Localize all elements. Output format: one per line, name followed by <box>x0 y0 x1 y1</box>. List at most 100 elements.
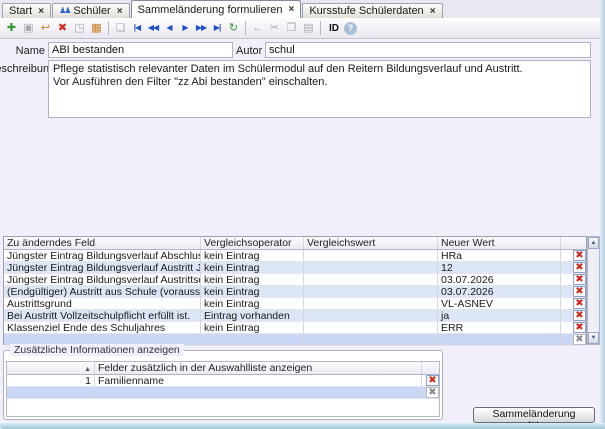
close-icon[interactable]: × <box>430 6 436 17</box>
table-row[interactable]: (Endgültiger) Austritt aus Schule (vorau… <box>4 286 586 298</box>
cell-neu[interactable]: 03.07.2026 <box>438 286 561 297</box>
tab-schueler[interactable]: ♟♟ Schüler × <box>52 3 129 18</box>
delete-row-button[interactable]: ✖ <box>573 298 586 309</box>
copy-icon[interactable]: ❐ <box>283 20 300 36</box>
cell-operator[interactable]: kein Eintrag <box>201 274 304 285</box>
cell-feld[interactable]: (Endgültiger) Austritt aus Schule (vorau… <box>4 286 201 297</box>
cell-feld-name[interactable]: Familienname <box>95 375 422 386</box>
beschreibung-textarea[interactable]: Pflege statistisch relevanter Daten im S… <box>48 60 591 118</box>
nav-next-icon[interactable]: ▶ <box>177 20 193 36</box>
id-button[interactable]: ID <box>324 23 344 34</box>
cell-neu[interactable]: ERR <box>438 322 561 333</box>
cell-neu[interactable]: VL-ASNEV <box>438 298 561 309</box>
cell-neu[interactable]: 12 <box>438 262 561 273</box>
sammelaenderung-ausfuehren-button[interactable]: Sammeländerung ausführen <box>473 407 595 423</box>
column-header-actions <box>561 237 586 249</box>
tab-label: Kursstufe Schülerdaten <box>309 5 423 17</box>
cell-operator[interactable]: kein Eintrag <box>201 322 304 333</box>
window-bottom-border <box>0 423 605 429</box>
table-row[interactable]: Jüngster Eintrag Bildungsverlauf Austrit… <box>4 274 586 286</box>
cell-neu[interactable]: 03.07.2026 <box>438 274 561 285</box>
delete-row-button[interactable]: ✖ <box>573 322 586 333</box>
cell-index[interactable] <box>7 387 95 398</box>
cut-icon[interactable]: ✂ <box>266 20 283 36</box>
undo-icon[interactable]: ↩ <box>37 20 54 36</box>
delete-row-button[interactable]: ✖ <box>573 262 586 273</box>
cell-operator[interactable] <box>201 334 304 345</box>
nav-prev-fast-icon[interactable]: ◀◀ <box>145 20 161 36</box>
autor-input[interactable] <box>265 42 591 58</box>
column-header-neu[interactable]: Neuer Wert <box>438 237 561 249</box>
tab-start[interactable]: Start × <box>2 3 51 18</box>
cell-operator[interactable]: kein Eintrag <box>201 286 304 297</box>
scroll-up-icon[interactable]: ▲ <box>588 237 599 249</box>
cell-feld[interactable]: Jüngster Eintrag Bildungsverlauf Austrit… <box>4 274 201 285</box>
folder-icon[interactable]: ❏ <box>112 20 129 36</box>
cell-wert[interactable] <box>304 274 438 285</box>
table-row[interactable]: Bei Austritt Vollzeitschulpflicht erfüll… <box>4 310 586 322</box>
delete-row-button[interactable]: ✖ <box>573 274 586 285</box>
cell-wert[interactable] <box>304 286 438 297</box>
close-icon[interactable]: × <box>38 6 44 17</box>
cell-wert[interactable] <box>304 262 438 273</box>
delete-row-button[interactable]: ✖ <box>573 286 586 297</box>
cell-wert[interactable] <box>304 298 438 309</box>
column-header-operator[interactable]: Vergleichsoperator <box>201 237 304 249</box>
tab-kursstufe-schuelerdaten[interactable]: Kursstufe Schülerdaten × <box>302 3 442 18</box>
table-scrollbar[interactable]: ▲ ▼ <box>587 236 600 345</box>
column-header-feld[interactable]: Zu änderndes Feld <box>4 237 201 249</box>
cell-index[interactable]: 1 <box>7 375 95 386</box>
cell-operator[interactable]: kein Eintrag <box>201 262 304 273</box>
zusatzinfo-row[interactable]: 1 Familienname ✖ <box>7 375 439 387</box>
cell-operator[interactable]: kein Eintrag <box>201 298 304 309</box>
close-icon[interactable]: × <box>117 6 123 17</box>
cell-operator[interactable]: kein Eintrag <box>201 250 304 261</box>
delete-row-button[interactable]: ✖ <box>573 310 586 321</box>
add-record-icon[interactable]: ✚ <box>3 20 20 36</box>
column-header-felder[interactable]: Felder zusätzlich in der Auswahlliste an… <box>95 362 422 374</box>
table-row[interactable]: Austrittsgrund kein Eintrag VL-ASNEV ✖ <box>4 298 586 310</box>
cell-wert[interactable] <box>304 310 438 321</box>
table-row[interactable]: Jüngster Eintrag Bildungsverlauf Abschlu… <box>4 250 586 262</box>
column-header-index[interactable]: ▲ <box>7 362 95 374</box>
name-label: Name <box>0 45 45 57</box>
cell-feld[interactable]: Bei Austritt Vollzeitschulpflicht erfüll… <box>4 310 201 321</box>
cell-neu[interactable]: ja <box>438 310 561 321</box>
nav-prev-icon[interactable]: ◀ <box>161 20 177 36</box>
nav-next-fast-icon[interactable]: ▶▶ <box>193 20 209 36</box>
toolbar: ✚ ▣ ↩ ✖ ◳ ▦ ❏ |◀ ◀◀ ◀ ▶ ▶▶ ▶| ↻ ← ✂ ❐ ▤ … <box>0 18 605 39</box>
scroll-down-icon[interactable]: ▼ <box>588 332 599 344</box>
delete-row-button[interactable]: ✖ <box>426 375 439 386</box>
close-icon[interactable]: × <box>288 4 294 15</box>
column-header-wert[interactable]: Vergleichswert <box>304 237 438 249</box>
delete-icon[interactable]: ✖ <box>54 20 71 36</box>
cell-feld[interactable]: Austrittsgrund <box>4 298 201 309</box>
edit-grid-icon[interactable]: ▦ <box>88 20 105 36</box>
delete-row-button[interactable]: ✖ <box>573 250 586 261</box>
nav-last-icon[interactable]: ▶| <box>209 20 225 36</box>
cell-neu[interactable]: HRa <box>438 250 561 261</box>
paste-icon[interactable]: ▤ <box>300 20 317 36</box>
table-row[interactable]: Klassenziel Ende des Schuljahres kein Ei… <box>4 322 586 334</box>
zusatzinfo-row-new-empty[interactable]: ✖ <box>7 387 439 399</box>
move-left-icon[interactable]: ← <box>249 20 266 36</box>
cell-feld[interactable]: Jüngster Eintrag Bildungsverlauf Abschlu… <box>4 250 201 261</box>
refresh-icon[interactable]: ↻ <box>225 20 242 36</box>
sort-asc-icon: ▲ <box>84 366 91 373</box>
cell-operator[interactable]: Eintrag vorhanden <box>201 310 304 321</box>
table-row[interactable]: Jüngster Eintrag Bildungsverlauf Austrit… <box>4 262 586 274</box>
cell-wert[interactable] <box>304 250 438 261</box>
save-icon[interactable]: ▣ <box>20 20 37 36</box>
tab-sammelaenderung-formulieren[interactable]: Sammeländerung formulieren × <box>131 0 302 18</box>
nav-first-icon[interactable]: |◀ <box>129 20 145 36</box>
cell-wert[interactable] <box>304 334 438 345</box>
name-input[interactable] <box>48 42 233 58</box>
cell-wert[interactable] <box>304 322 438 333</box>
cell-feld-name[interactable] <box>95 387 422 398</box>
help-icon[interactable]: ? <box>344 22 357 35</box>
select-record-icon[interactable]: ◳ <box>71 20 88 36</box>
cell-neu[interactable] <box>438 334 561 345</box>
delete-row-button-disabled: ✖ <box>426 387 439 398</box>
cell-feld[interactable]: Jüngster Eintrag Bildungsverlauf Austrit… <box>4 262 201 273</box>
cell-feld[interactable]: Klassenziel Ende des Schuljahres <box>4 322 201 333</box>
